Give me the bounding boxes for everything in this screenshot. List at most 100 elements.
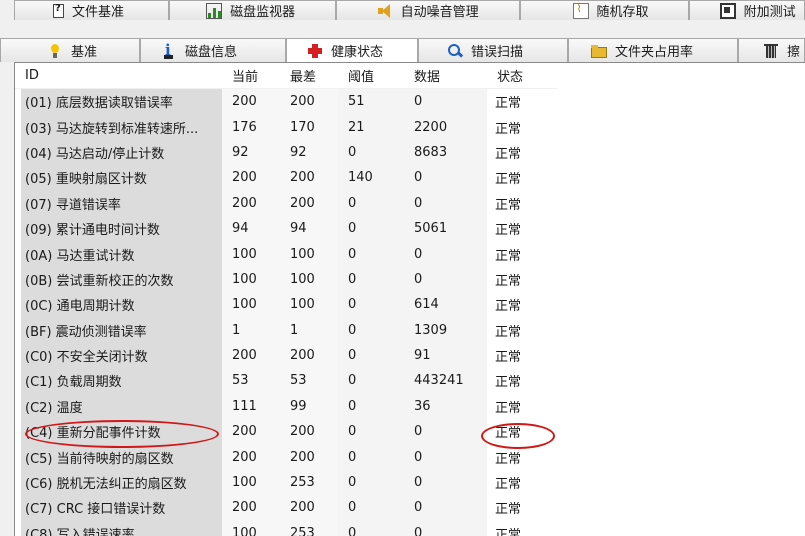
cell-threshold: 0 (338, 215, 404, 242)
table-row[interactable]: (C5) 当前待映射的扇区数 200 200 0 0 正常 (15, 444, 557, 470)
cell-current: 200 (222, 165, 280, 191)
table-row[interactable]: (05) 重映射扇区计数 200 200 140 0 正常 (15, 165, 557, 191)
tab-label: 磁盘监视器 (230, 5, 296, 20)
speaker-icon (377, 3, 393, 19)
table-body: (01) 底层数据读取错误率 200 200 51 0 正常 (03) 马达旋转到标准转速所… (15, 89, 557, 536)
cell-worst: 100 (280, 292, 338, 318)
cell-id: (0B) 尝试重新校正的次数 (21, 266, 222, 293)
cell-worst: 200 (280, 165, 338, 191)
random-access-icon (572, 2, 589, 19)
table-row[interactable]: (C7) CRC 接口错误计数 200 200 0 0 正常 (15, 495, 557, 521)
cell-data: 0 (404, 165, 487, 191)
cell-worst: 170 (280, 114, 338, 140)
table-row[interactable]: (0A) 马达重试计数 100 100 0 0 正常 (15, 241, 557, 267)
table-row[interactable]: (01) 底层数据读取错误率 200 200 51 0 正常 (15, 89, 557, 115)
cell-worst: 100 (280, 241, 338, 267)
tab-label: 基准 (71, 45, 98, 60)
cell-status: 正常 (487, 342, 557, 369)
cell-threshold: 0 (338, 139, 404, 166)
cell-id: (09) 累计通电时间计数 (21, 215, 222, 242)
tab-file-benchmark[interactable]: 文件基准 (14, 0, 170, 20)
tab-label: 磁盘信息 (185, 45, 238, 60)
table-row[interactable]: (0B) 尝试重新校正的次数 100 100 0 0 正常 (15, 266, 557, 293)
table-row[interactable]: (09) 累计通电时间计数 94 94 0 5061 正常 (15, 215, 557, 242)
tab-label: 擦 (787, 45, 801, 60)
cell-data: 1309 (404, 317, 487, 343)
cell-worst: 99 (280, 393, 338, 420)
cell-status: 正常 (487, 266, 557, 293)
cell-current: 111 (222, 393, 280, 420)
tab-label: 自动噪音管理 (400, 5, 479, 20)
cell-threshold: 51 (338, 89, 404, 115)
cell-current: 100 (222, 520, 280, 536)
table-row[interactable]: (07) 寻道错误率 200 200 0 0 正常 (15, 190, 557, 216)
column-header-worst[interactable]: 最差 (280, 63, 338, 88)
cell-worst: 253 (280, 520, 338, 536)
cell-data: 0 (404, 495, 487, 521)
column-header-threshold[interactable]: 阈值 (338, 63, 404, 88)
cell-status: 正常 (487, 139, 557, 166)
table-row[interactable]: (C8) 写入错误速率 100 253 0 0 正常 (15, 520, 557, 536)
bar-chart-icon (206, 2, 223, 19)
main-tab-bar: 基准 磁盘信息 健康状态 错误扫描 文件夹占用率 擦 (0, 38, 805, 62)
tab-random-access[interactable]: 随机存取 (519, 0, 689, 20)
cell-id: (C8) 写入错误速率 (21, 520, 222, 536)
table-row[interactable]: (0C) 通电周期计数 100 100 0 614 正常 (15, 292, 557, 318)
red-cross-icon (307, 43, 323, 59)
cell-current: 200 (222, 342, 280, 369)
tab-erase[interactable]: 擦 (738, 38, 805, 62)
cell-status: 正常 (487, 241, 557, 267)
top-tab-bar: 文件基准 磁盘监视器 自动噪音管理 随机存取 附加测试 (0, 0, 805, 20)
tab-extra-tests[interactable]: 附加测试 (688, 0, 805, 20)
cell-current: 200 (222, 190, 280, 216)
table-row[interactable]: (03) 马达旋转到标准转速所... 176 170 21 2200 正常 (15, 114, 557, 140)
cell-threshold: 0 (338, 368, 404, 394)
table-row[interactable]: (04) 马达启动/停止计数 92 92 0 8683 正常 (15, 139, 557, 166)
column-header-status[interactable]: 状态 (487, 63, 557, 88)
cell-status: 正常 (487, 317, 557, 343)
tab-disk-monitor[interactable]: 磁盘监视器 (169, 0, 336, 20)
tab-disk-info[interactable]: 磁盘信息 (140, 38, 286, 62)
cell-worst: 200 (280, 444, 338, 470)
cell-current: 200 (222, 419, 280, 445)
cell-data: 0 (404, 266, 487, 293)
cell-current: 100 (222, 292, 280, 318)
column-header-data[interactable]: 数据 (404, 63, 487, 88)
cell-worst: 100 (280, 266, 338, 293)
cell-threshold: 0 (338, 266, 404, 293)
cell-status: 正常 (487, 190, 557, 216)
table-row[interactable]: (C6) 脱机无法纠正的扇区数 100 253 0 0 正常 (15, 469, 557, 496)
cell-current: 94 (222, 215, 280, 242)
tab-noise-management[interactable]: 自动噪音管理 (335, 0, 520, 20)
cell-id: (0C) 通电周期计数 (21, 292, 222, 318)
cell-current: 53 (222, 368, 280, 394)
cell-data: 614 (404, 292, 487, 318)
table-row[interactable]: (C0) 不安全关闭计数 200 200 0 91 正常 (15, 342, 557, 369)
cell-id: (C2) 温度 (21, 393, 222, 420)
tab-error-scan[interactable]: 错误扫描 (418, 38, 568, 62)
tab-folder-usage[interactable]: 文件夹占用率 (568, 38, 738, 62)
cell-data: 0 (404, 444, 487, 470)
cell-current: 100 (222, 266, 280, 293)
cell-current: 176 (222, 114, 280, 140)
tab-benchmark[interactable]: 基准 (0, 38, 140, 62)
info-icon (161, 41, 177, 59)
cell-threshold: 0 (338, 419, 404, 445)
tab-label: 附加测试 (743, 5, 796, 20)
table-row[interactable]: (C2) 温度 111 99 0 36 正常 (15, 393, 557, 420)
cell-id: (C5) 当前待映射的扇区数 (21, 444, 222, 470)
tab-label: 健康状态 (331, 45, 384, 60)
table-row[interactable]: (C1) 负载周期数 53 53 0 443241 正常 (15, 368, 557, 394)
table-row[interactable]: (BF) 震动侦测错误率 1 1 0 1309 正常 (15, 317, 557, 343)
smart-attribute-table: ID 当前 最差 阈值 数据 状态 (01) 底层数据读取错误率 200 200 51… (15, 63, 557, 536)
bulb-icon (47, 43, 63, 59)
tab-health-status[interactable]: 健康状态 (286, 38, 418, 62)
cell-id: (01) 底层数据读取错误率 (21, 89, 222, 115)
health-status-panel: ID 当前 最差 阈值 数据 状态 (01) 底层数据读取错误率 200 200 51… (14, 62, 805, 536)
column-header-current[interactable]: 当前 (222, 63, 280, 88)
folder-icon (591, 43, 607, 59)
document-question-icon (53, 3, 64, 18)
cell-data: 0 (404, 89, 487, 115)
column-header-id[interactable]: ID (15, 63, 222, 88)
cell-current: 200 (222, 495, 280, 521)
